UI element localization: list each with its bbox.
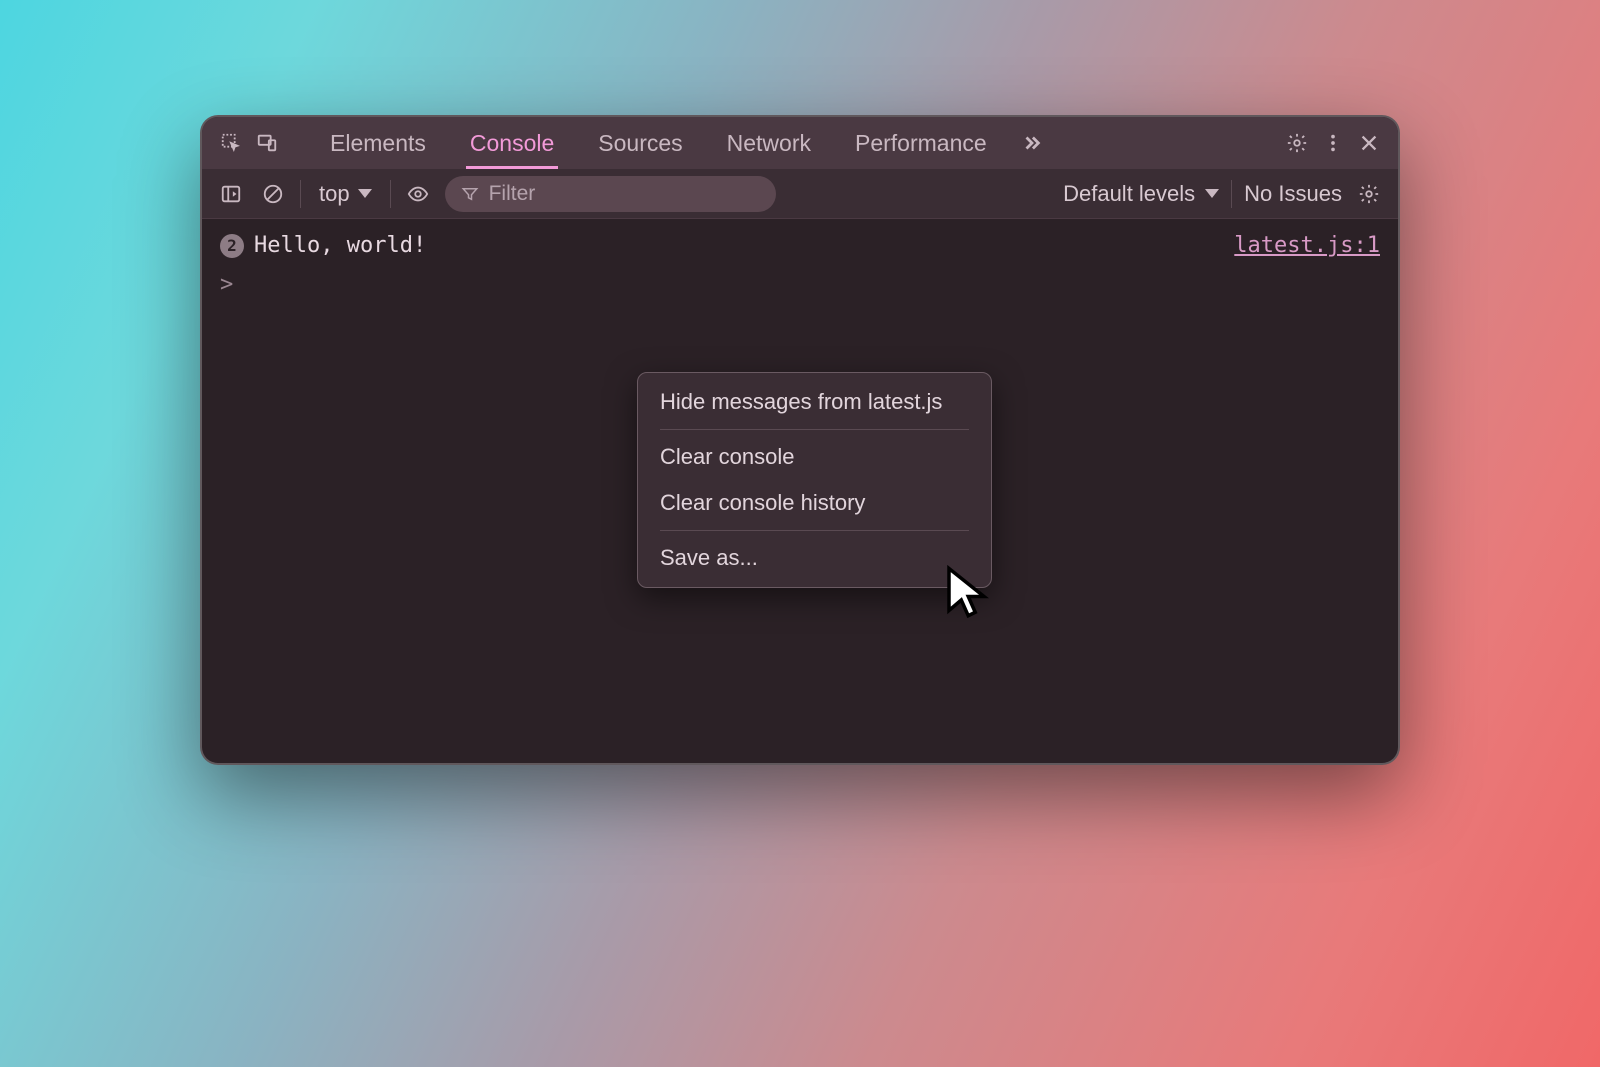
log-message: Hello, world! bbox=[254, 233, 426, 258]
filter-input[interactable] bbox=[489, 182, 760, 206]
divider bbox=[300, 180, 301, 208]
filter-icon bbox=[461, 185, 479, 203]
tab-elements[interactable]: Elements bbox=[308, 117, 448, 169]
filter-input-container[interactable] bbox=[445, 176, 776, 212]
tab-network[interactable]: Network bbox=[705, 117, 833, 169]
console-settings-icon[interactable] bbox=[1354, 179, 1384, 209]
chevron-down-icon bbox=[358, 189, 372, 198]
device-toggle-icon[interactable] bbox=[252, 128, 282, 158]
devtools-panel: Elements Console Sources Network Perform… bbox=[200, 115, 1400, 765]
menu-hide-messages[interactable]: Hide messages from latest.js bbox=[638, 379, 991, 425]
chevron-down-icon bbox=[1205, 189, 1219, 198]
kebab-menu-icon[interactable] bbox=[1318, 128, 1348, 158]
issues-status[interactable]: No Issues bbox=[1244, 181, 1342, 207]
tab-console[interactable]: Console bbox=[448, 117, 576, 169]
gear-icon[interactable] bbox=[1282, 128, 1312, 158]
menu-save-as[interactable]: Save as... bbox=[638, 535, 991, 581]
log-source-link[interactable]: latest.js:1 bbox=[1234, 233, 1380, 258]
levels-label: Default levels bbox=[1063, 181, 1195, 207]
tab-sources[interactable]: Sources bbox=[576, 117, 704, 169]
main-tabbar: Elements Console Sources Network Perform… bbox=[202, 117, 1398, 169]
clear-console-icon[interactable] bbox=[258, 179, 288, 209]
menu-separator bbox=[660, 530, 969, 531]
inspect-element-icon[interactable] bbox=[216, 128, 246, 158]
console-output[interactable]: 2 Hello, world! latest.js:1 > bbox=[202, 219, 1398, 311]
context-selector[interactable]: top bbox=[313, 181, 378, 207]
menu-clear-console[interactable]: Clear console bbox=[638, 434, 991, 480]
prompt-chevron: > bbox=[220, 272, 233, 297]
menu-clear-history[interactable]: Clear console history bbox=[638, 480, 991, 526]
repeat-count-badge: 2 bbox=[220, 234, 244, 258]
divider bbox=[390, 180, 391, 208]
console-toolbar: top Default levels No Issues bbox=[202, 169, 1398, 219]
context-label: top bbox=[319, 181, 350, 207]
menu-separator bbox=[660, 429, 969, 430]
console-prompt[interactable]: > bbox=[220, 272, 1380, 297]
live-expression-icon[interactable] bbox=[403, 179, 433, 209]
log-entry[interactable]: 2 Hello, world! latest.js:1 bbox=[220, 233, 1380, 258]
more-tabs-icon[interactable] bbox=[1017, 128, 1047, 158]
tab-performance[interactable]: Performance bbox=[833, 117, 1009, 169]
sidebar-toggle-icon[interactable] bbox=[216, 179, 246, 209]
divider bbox=[1231, 180, 1232, 208]
log-levels-selector[interactable]: Default levels bbox=[1063, 181, 1219, 207]
context-menu: Hide messages from latest.js Clear conso… bbox=[637, 372, 992, 588]
close-icon[interactable] bbox=[1354, 128, 1384, 158]
